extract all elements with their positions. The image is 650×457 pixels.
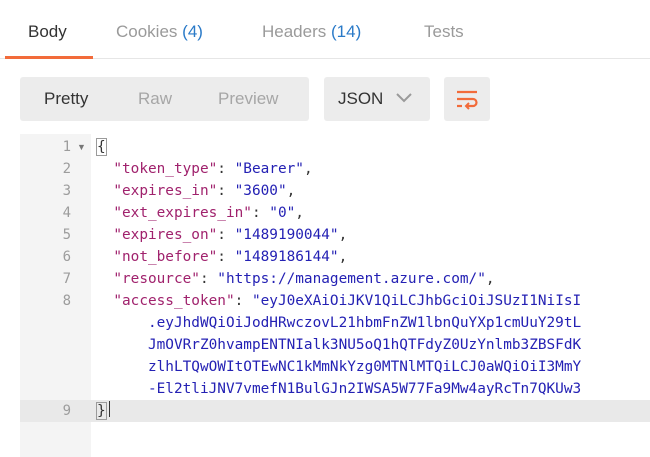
code-line-wrapped: zlhLTQwOWItOTEwNC1kMmNkYzg0MTNlMTQiLCJ0a… bbox=[96, 356, 581, 378]
tab-tests[interactable]: Tests bbox=[424, 22, 464, 42]
format-select[interactable]: JSON bbox=[324, 77, 430, 121]
code-line: "ext_expires_in": "0", bbox=[113, 205, 304, 221]
json-value: "1489186144" bbox=[234, 249, 339, 265]
code-line: "expires_in": "3600", bbox=[113, 183, 296, 199]
line-number: 1 bbox=[62, 139, 71, 155]
tab-body[interactable]: Body bbox=[28, 22, 67, 42]
text-cursor bbox=[108, 401, 110, 417]
code-line-wrapped: .eyJhdWQiOiJodHRwczovL21hbmFnZW1lbnQuYXp… bbox=[96, 312, 581, 334]
format-select-value: JSON bbox=[338, 89, 384, 108]
view-pretty-button[interactable]: Pretty bbox=[44, 77, 88, 121]
json-close-brace: } bbox=[96, 402, 107, 420]
line-number: 3 bbox=[62, 183, 71, 199]
json-value: "Bearer" bbox=[234, 161, 304, 177]
response-body-editor[interactable]: 1 2 3 4 5 6 7 8 9 ▼ { "token_type": "Bea… bbox=[0, 134, 650, 457]
json-key: "resource" bbox=[113, 271, 200, 287]
tab-headers-label: Headers bbox=[262, 22, 327, 41]
code-line: "resource": "https://management.azure.co… bbox=[113, 271, 495, 287]
json-value: "3600" bbox=[234, 183, 287, 199]
tab-headers[interactable]: Headers (14) bbox=[262, 22, 361, 42]
json-key: "expires_in" bbox=[113, 183, 218, 199]
access-token-value: -El2tliJNV7vmefN1BulGJn2IWSA5W77Fa9Mw4ay… bbox=[147, 381, 582, 397]
tab-cookies-label: Cookies bbox=[116, 22, 178, 41]
fold-toggle-icon[interactable]: ▼ bbox=[77, 136, 87, 158]
wrap-lines-icon bbox=[457, 90, 478, 110]
wrap-lines-button[interactable] bbox=[444, 77, 490, 121]
tab-headers-count: (14) bbox=[331, 22, 362, 41]
access-token-value: "eyJ0eXAiOiJKV1QiLCJhbGciOiJSUzI1NiIsI bbox=[251, 293, 582, 309]
json-value: "https://management.azure.com/" bbox=[217, 271, 486, 287]
line-number: 7 bbox=[62, 271, 71, 287]
access-token-value: JmOVRrZ0hvampENTNIalk3NU5oQ1hQTFdyZ0UzYn… bbox=[147, 337, 582, 353]
json-open-brace: { bbox=[96, 138, 107, 156]
chevron-down-icon bbox=[396, 93, 412, 103]
access-token-value: zlhLTQwOWItOTEwNC1kMmNkYzg0MTNlMTQiLCJ0a… bbox=[147, 359, 582, 375]
code-line: "access_token": "eyJ0eXAiOiJKV1QiLCJhbGc… bbox=[113, 293, 582, 309]
response-tabs: Body Cookies (4) Headers (14) Tests bbox=[0, 0, 650, 59]
json-value: "0" bbox=[269, 205, 296, 221]
line-number: 5 bbox=[62, 227, 71, 243]
access-token-value: .eyJhdWQiOiJodHRwczovL21hbmFnZW1lbnQuYXp… bbox=[147, 315, 582, 331]
active-line-highlight bbox=[20, 400, 650, 422]
json-key: "not_before" bbox=[113, 249, 218, 265]
line-number: 4 bbox=[62, 205, 71, 221]
active-tab-indicator bbox=[5, 56, 93, 59]
code-line: "expires_on": "1489190044", bbox=[113, 227, 348, 243]
view-raw-button[interactable]: Raw bbox=[138, 77, 172, 121]
tab-cookies-count: (4) bbox=[182, 22, 203, 41]
tab-cookies[interactable]: Cookies (4) bbox=[116, 22, 203, 42]
code-line: } bbox=[96, 400, 110, 422]
code-line: "not_before": "1489186144", bbox=[113, 249, 348, 265]
view-preview-button[interactable]: Preview bbox=[218, 77, 278, 121]
json-key: "access_token" bbox=[113, 293, 235, 309]
code-line: "token_type": "Bearer", bbox=[113, 161, 313, 177]
code-line-wrapped: -El2tliJNV7vmefN1BulGJn2IWSA5W77Fa9Mw4ay… bbox=[96, 378, 581, 400]
view-mode-selector: Pretty Raw Preview bbox=[20, 77, 309, 121]
json-key: "token_type" bbox=[113, 161, 218, 177]
line-number: 6 bbox=[62, 249, 71, 265]
json-key: "expires_on" bbox=[113, 227, 218, 243]
json-key: "ext_expires_in" bbox=[113, 205, 252, 221]
line-number: 2 bbox=[62, 161, 71, 177]
code-line: { bbox=[96, 136, 107, 158]
line-number: 8 bbox=[62, 293, 71, 309]
json-value: "1489190044" bbox=[234, 227, 339, 243]
line-number: 9 bbox=[62, 403, 71, 419]
code-line-wrapped: JmOVRrZ0hvampENTNIalk3NU5oQ1hQTFdyZ0UzYn… bbox=[96, 334, 581, 356]
